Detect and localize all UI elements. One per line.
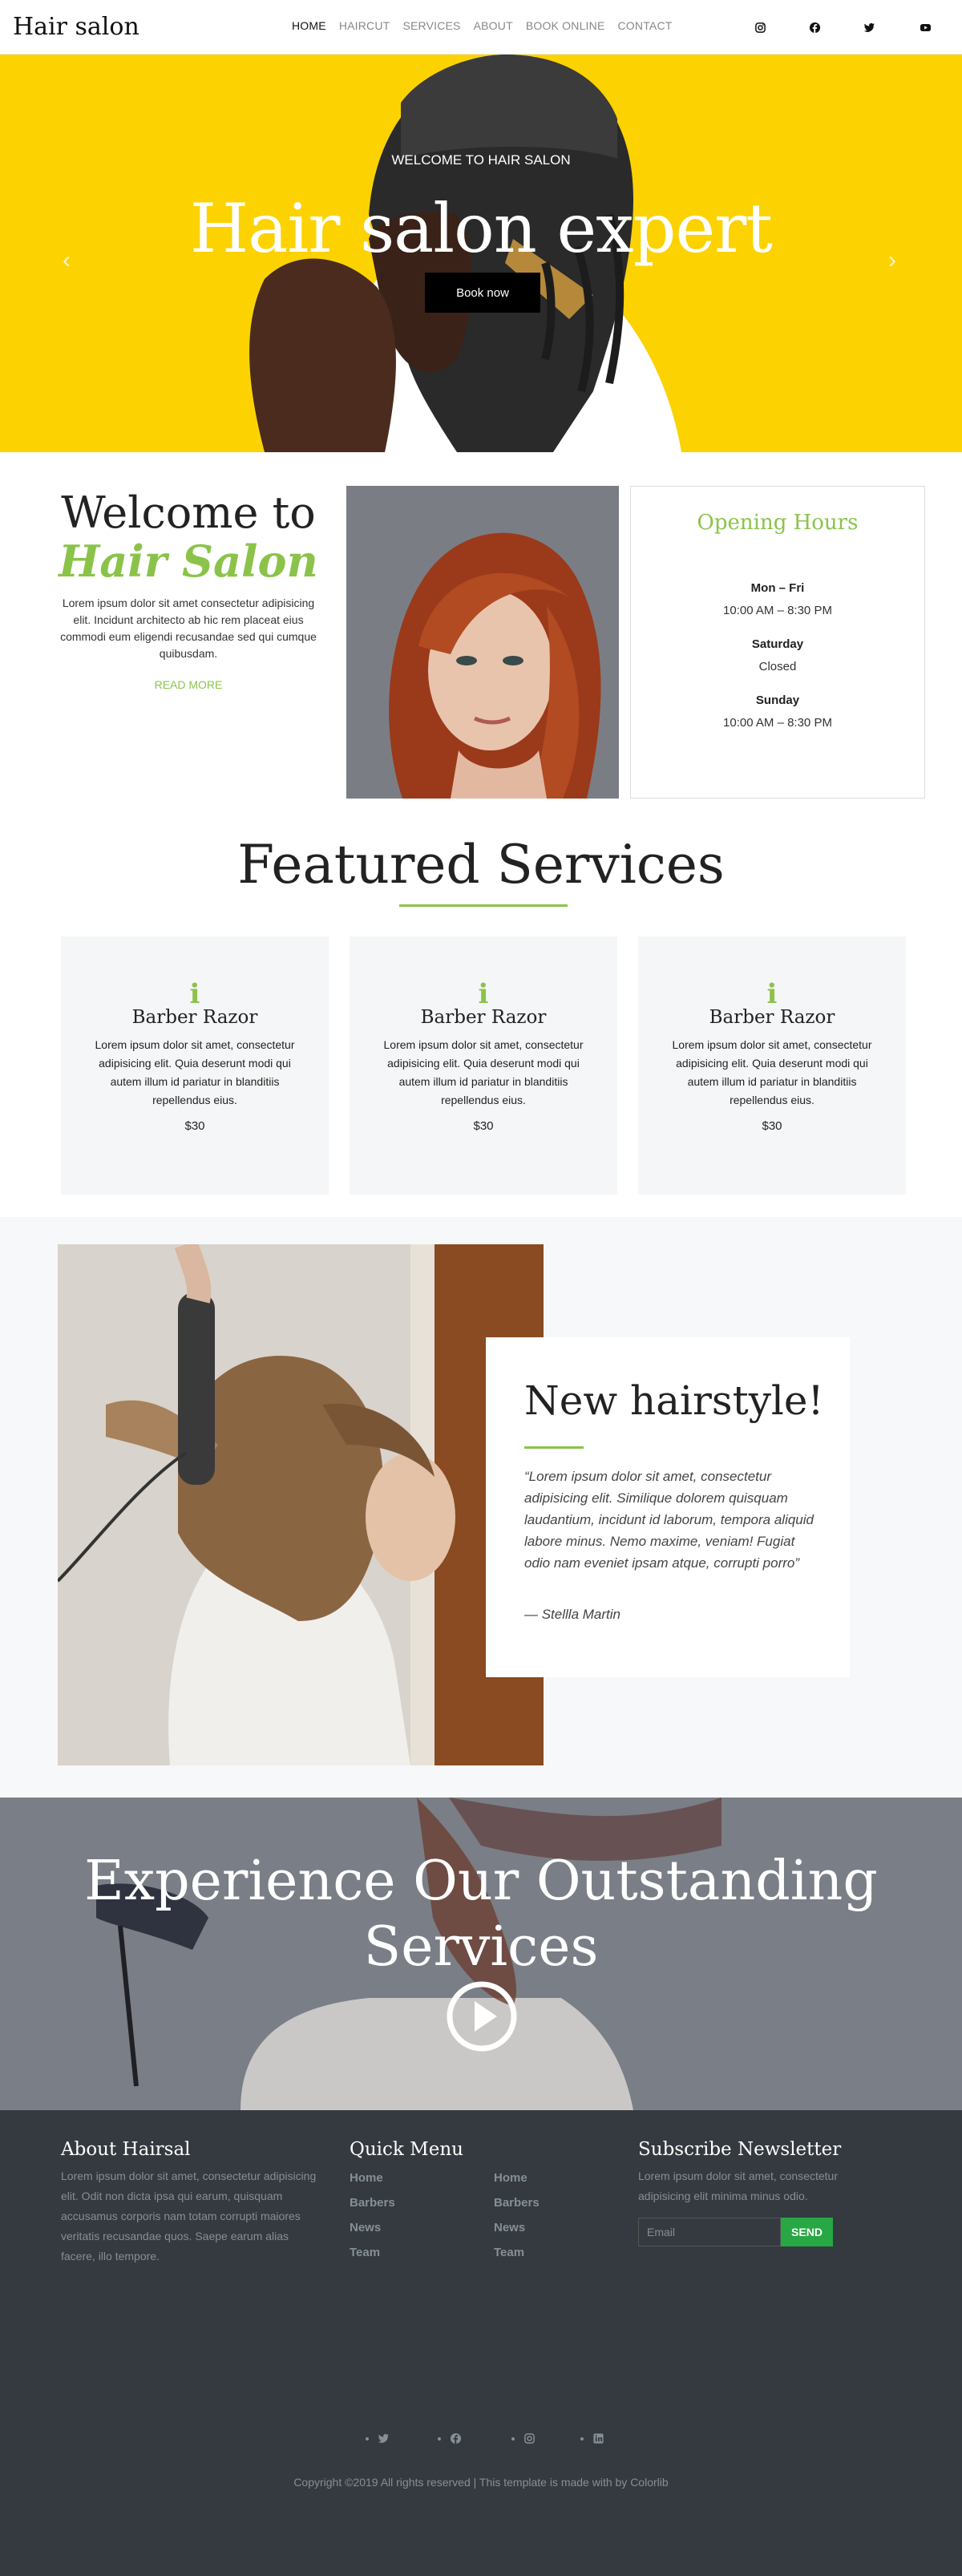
title-underline: [524, 1446, 584, 1449]
service-description: Lorem ipsum dolor sit amet, consectetur …: [383, 1038, 584, 1106]
footer-link-barbers[interactable]: Barbers: [494, 2196, 540, 2210]
footer-newsletter-text: Lorem ipsum dolor sit amet, consectetur …: [638, 2170, 838, 2202]
experience-section: Experience Our Outstanding Services: [0, 1798, 962, 2110]
newsletter-send-button[interactable]: SEND: [781, 2218, 833, 2246]
hero-title: Hair salon expert: [190, 189, 773, 268]
twitter-icon[interactable]: [366, 2428, 394, 2449]
testimonial-author: — Stellla Martin: [524, 1607, 620, 1622]
nav-about[interactable]: ABOUT: [474, 19, 513, 32]
hours-time: Closed: [758, 660, 797, 673]
twitter-icon[interactable]: [858, 16, 880, 38]
footer-link-home[interactable]: Home: [350, 2171, 383, 2185]
hours-time: 10:00 AM – 8:30 PM: [723, 716, 832, 730]
linkedin-icon[interactable]: [580, 2428, 609, 2449]
footer-about-text: Lorem ipsum dolor sit amet, consectetur …: [61, 2170, 317, 2263]
instagram-icon[interactable]: [511, 2428, 540, 2449]
main-nav: HOME HAIRCUT SERVICES ABOUT BOOK ONLINE …: [292, 19, 673, 32]
nav-haircut[interactable]: HAIRCUT: [339, 19, 390, 32]
footer-link-team[interactable]: Team: [494, 2246, 524, 2259]
footer-link-news[interactable]: News: [494, 2221, 525, 2234]
footer-link-barbers[interactable]: Barbers: [350, 2196, 395, 2210]
hero-subtitle: WELCOME TO HAIR SALON: [391, 152, 571, 168]
service-card: i Barber Razor Lorem ipsum dolor sit ame…: [61, 936, 329, 1195]
info-icon: i: [766, 978, 778, 1010]
site-header: Hair salon HOME HAIRCUT SERVICES ABOUT B…: [0, 0, 962, 55]
service-title: Barber Razor: [131, 1007, 258, 1028]
testimonial-quote: “Lorem ipsum dolor sit amet, consectetur…: [524, 1469, 814, 1571]
footer-newsletter-title: Subscribe Newsletter: [638, 2139, 842, 2160]
featured-services-title: Featured Services: [237, 834, 725, 896]
service-title: Barber Razor: [420, 1007, 547, 1028]
title-underline: [399, 904, 568, 907]
facebook-icon[interactable]: [438, 2428, 467, 2449]
welcome-text: Lorem ipsum dolor sit amet consectetur a…: [60, 596, 317, 660]
service-card: i Barber Razor Lorem ipsum dolor sit ame…: [638, 936, 906, 1195]
service-card: i Barber Razor Lorem ipsum dolor sit ame…: [350, 936, 617, 1195]
nav-home[interactable]: HOME: [292, 19, 326, 32]
footer-link-team[interactable]: Team: [350, 2246, 380, 2259]
read-more-link[interactable]: READ MORE: [32, 678, 345, 691]
footer-link-home[interactable]: Home: [494, 2171, 527, 2185]
experience-title: Experience Our Outstanding Services: [84, 1850, 878, 1979]
opening-hours-title: Opening Hours: [697, 511, 859, 535]
welcome-brand: Hair Salon: [59, 536, 318, 587]
carousel-next-icon[interactable]: ›: [888, 247, 896, 274]
carousel-prev-icon[interactable]: ‹: [63, 247, 71, 274]
service-price: $30: [762, 1119, 782, 1133]
hours-time: 10:00 AM – 8:30 PM: [723, 604, 832, 617]
site-footer: About Hairsal Lorem ipsum dolor sit amet…: [0, 2110, 962, 2576]
service-price: $30: [184, 1119, 205, 1133]
hair-curling-image: [58, 1244, 544, 1765]
play-video-icon[interactable]: [446, 1980, 518, 2052]
opening-hours-box: Opening Hours Mon – Fri 10:00 AM – 8:30 …: [630, 486, 925, 799]
new-hairstyle-section: New hairstyle! “Lorem ipsum dolor sit am…: [0, 1217, 962, 1798]
hours-day: Sunday: [755, 694, 800, 707]
service-description: Lorem ipsum dolor sit amet, consectetur …: [95, 1038, 295, 1106]
woman-portrait-image: [346, 486, 619, 799]
newsletter-email-input[interactable]: Email: [638, 2218, 781, 2246]
service-price: $30: [473, 1119, 494, 1133]
youtube-icon[interactable]: [914, 16, 936, 38]
info-icon: i: [189, 978, 200, 1010]
nav-contact[interactable]: CONTACT: [618, 19, 673, 32]
book-now-button[interactable]: Book now: [425, 273, 540, 313]
instagram-icon[interactable]: [749, 16, 771, 38]
new-hairstyle-title: New hairstyle!: [524, 1377, 824, 1424]
service-title: Barber Razor: [709, 1007, 835, 1028]
facebook-icon[interactable]: [803, 16, 826, 38]
copyright-text: Copyright ©2019 All rights reserved | Th…: [293, 2476, 669, 2489]
hero-banner: WELCOME TO HAIR SALON Hair salon expert …: [0, 55, 962, 452]
hours-day: Saturday: [751, 637, 804, 651]
nav-book-online[interactable]: BOOK ONLINE: [526, 19, 605, 32]
hours-day: Mon – Fri: [750, 581, 805, 595]
footer-about-title: About Hairsal: [61, 2139, 191, 2160]
new-hairstyle-card: New hairstyle! “Lorem ipsum dolor sit am…: [486, 1337, 850, 1677]
nav-services[interactable]: SERVICES: [402, 19, 460, 32]
footer-menu-title: Quick Menu: [350, 2139, 463, 2160]
info-icon: i: [478, 978, 489, 1010]
service-description: Lorem ipsum dolor sit amet, consectetur …: [672, 1038, 872, 1106]
footer-link-news[interactable]: News: [350, 2221, 381, 2234]
site-logo[interactable]: Hair salon: [13, 13, 139, 41]
welcome-title: Welcome to: [61, 487, 316, 538]
